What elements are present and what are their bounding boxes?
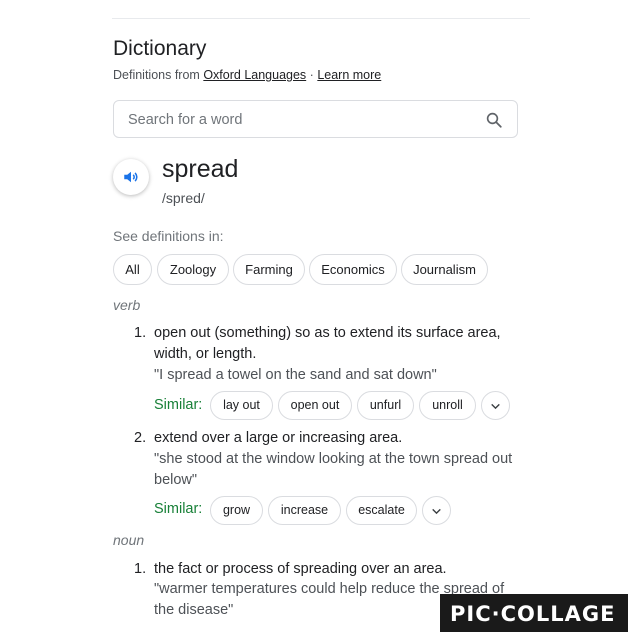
example-line: below": [154, 472, 198, 488]
definition-line: open out (something) so as to extend its…: [154, 325, 501, 341]
definition-text: the fact or process of spreading over an…: [154, 561, 447, 577]
pic-collage-watermark: PIC·COLLAGE: [440, 594, 628, 632]
speaker-icon: [124, 171, 138, 183]
synonym-chip-unroll[interactable]: unroll: [419, 391, 476, 420]
part-of-speech-verb: verb: [113, 297, 141, 313]
example-line: "she stood at the window looking at the …: [154, 451, 513, 467]
synonym-chip-open-out[interactable]: open out: [278, 391, 352, 420]
synonym-chip-grow[interactable]: grow: [210, 496, 263, 525]
synonym-chip-escalate[interactable]: escalate: [346, 496, 417, 525]
watermark-text: PIC·COLLAGE: [450, 602, 616, 626]
similar-label: Similar:: [154, 397, 203, 413]
sense-number: 1.: [134, 325, 147, 341]
definitions-source: Definitions from Oxford Languages · Lear…: [113, 68, 381, 82]
chip-farming[interactable]: Farming: [233, 254, 305, 285]
synonym-chip-lay-out[interactable]: lay out: [210, 391, 273, 420]
synonym-chip-unfurl[interactable]: unfurl: [357, 391, 414, 420]
pronunciation-button[interactable]: [113, 159, 149, 195]
chip-journalism[interactable]: Journalism: [401, 254, 488, 285]
phonetic: /spred/: [162, 190, 205, 206]
top-divider: [112, 18, 530, 19]
chip-all[interactable]: All: [113, 254, 152, 285]
dictionary-title: Dictionary: [113, 37, 207, 60]
source-prefix: Definitions from: [113, 68, 200, 82]
example-sentence: "she stood at the window looking at the …: [154, 449, 524, 491]
learn-more-link[interactable]: Learn more: [317, 68, 381, 82]
similar-label: Similar:: [154, 501, 203, 517]
part-of-speech-noun: noun: [113, 532, 145, 548]
see-definitions-label: See definitions in:: [113, 228, 224, 244]
example-sentence: "I spread a towel on the sand and sat do…: [154, 367, 437, 383]
definition-text: extend over a large or increasing area.: [154, 430, 403, 446]
search-box[interactable]: [113, 100, 518, 138]
synonym-chip-increase[interactable]: increase: [268, 496, 341, 525]
definition-line: width, or length.: [154, 346, 257, 362]
search-icon[interactable]: [485, 111, 503, 129]
headword: spread: [162, 155, 239, 183]
expand-similar-button[interactable]: [422, 496, 451, 525]
separator-dot: ·: [309, 68, 314, 82]
chevron-down-icon: [432, 508, 441, 515]
chip-zoology[interactable]: Zoology: [157, 254, 229, 285]
search-input[interactable]: [126, 109, 470, 131]
oxford-languages-link[interactable]: Oxford Languages: [203, 68, 306, 82]
sense-number: 1.: [134, 561, 147, 577]
chevron-down-icon: [491, 403, 500, 410]
expand-similar-button[interactable]: [481, 391, 510, 420]
chip-economics[interactable]: Economics: [309, 254, 397, 285]
definition-text: open out (something) so as to extend its…: [154, 323, 524, 365]
sense-number: 2.: [134, 430, 147, 446]
